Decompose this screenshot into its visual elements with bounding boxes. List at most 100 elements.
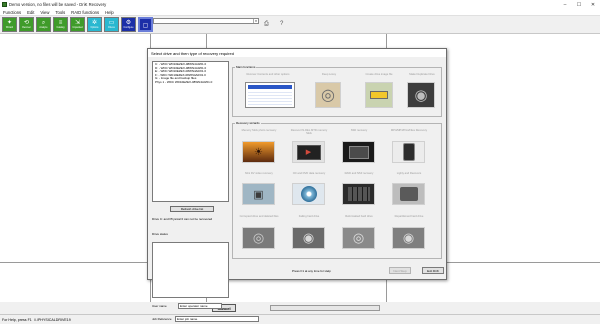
job-reference-input[interactable]: Enter job name — [175, 316, 259, 322]
catalog-button[interactable]: ≡ Catalog — [53, 17, 68, 32]
wizard-label: SSD recovery — [350, 129, 368, 132]
ssd-recovery-button[interactable] — [342, 141, 375, 163]
job-reference-label: Job Reference — [152, 317, 172, 321]
deep-lossy-button[interactable]: ◎ — [315, 82, 341, 108]
gear-icon: ✲ — [91, 20, 98, 26]
maximize-button[interactable]: ☐ — [572, 0, 586, 9]
main-function-label: Make Duplicate Drive — [409, 73, 435, 76]
printer-icon[interactable]: ⎙ — [264, 21, 269, 28]
failing-hard-drive-button[interactable]: ◉ — [292, 227, 325, 249]
mp3-player-icon — [402, 143, 415, 161]
refresh-drive-list-button[interactable]: Refresh drive list — [170, 206, 214, 212]
list-item[interactable]: Phys 1 - WDC WD10EZEX-08WN4A0/01.0 — [155, 80, 226, 85]
drive-head-icon: ◎ — [352, 230, 365, 245]
wizard-label: RAID and NSF recovery — [344, 172, 374, 175]
bottom-strip: Cancel — [0, 302, 600, 314]
menu-help[interactable]: Help — [105, 10, 114, 15]
cd-dvd-recovery-button[interactable] — [292, 183, 325, 205]
video-camera-icon: ▣ — [253, 188, 264, 201]
main-function-label: Recover Contents and other options — [246, 73, 290, 76]
repartitioned-drive-button[interactable]: ◉ — [392, 227, 425, 249]
recovery-wizards-group: Recovery wizards Memory Stick photo reco… — [232, 121, 442, 259]
raid-array-icon — [347, 187, 370, 201]
minimize-button[interactable]: – — [558, 0, 572, 9]
create-drive-image-button[interactable] — [365, 82, 393, 108]
media-files-recovery-button[interactable] — [392, 141, 425, 163]
spindle-icon: ◉ — [402, 230, 415, 245]
duplicate-drive-icon: ◉ — [414, 87, 428, 104]
wizard-button[interactable]: ✦ Wizard — [2, 17, 17, 32]
window-icon: ▢ — [142, 23, 149, 29]
wizard-label: Memory Stick photo recovery — [241, 129, 277, 132]
close-button[interactable]: ✕ — [586, 0, 600, 9]
wizard-label: Repartitioned hard drive — [394, 215, 424, 218]
main-functions-group: Main functions Recover Contents and othe… — [232, 65, 442, 117]
exit-button[interactable]: Exit DriK — [422, 267, 444, 274]
drives-button[interactable]: ▭ Drives — [104, 17, 119, 32]
drive-status-box — [152, 242, 229, 298]
menu-view[interactable]: View — [40, 10, 49, 15]
external-drive-icon — [399, 187, 418, 201]
drive-list[interactable]: C: - WDC WD10EZEX-08WN4A0/01.0 D: - WDC … — [152, 61, 229, 202]
wizard-label: CD and DVD data recovery — [292, 172, 326, 175]
menu-functions[interactable]: Functions — [3, 10, 21, 15]
reformatted-drive-button[interactable]: ◎ — [342, 227, 375, 249]
main-function-label: Deep Lossy — [321, 73, 337, 76]
wizard-label: Corrupted drive and deleted files — [239, 215, 279, 218]
status-bar: For Help, press F1 \\.\PHYSICALDRIVE19 — [0, 314, 600, 324]
wizard-label: MP4/MP3/Pics/Files Recovery — [390, 129, 428, 132]
make-duplicate-drive-button[interactable]: ◉ — [407, 82, 435, 108]
unpacked-button[interactable]: ⇲ Unpacked — [70, 17, 85, 32]
user-name-input[interactable]: Enter operator name — [178, 303, 222, 309]
disc-icon — [300, 186, 317, 202]
hard-drive-icon: ◎ — [321, 87, 335, 104]
options-button[interactable]: ✲ Options — [87, 17, 102, 32]
select-drive-dialog: Select drive and then type of recovery r… — [147, 48, 447, 322]
drive-select[interactable]: ▾ — [153, 18, 259, 24]
media-player-icon: ▶ — [296, 144, 321, 160]
configure-button[interactable]: ⚙ Configure — [121, 17, 136, 32]
unpack-icon: ⇲ — [74, 20, 81, 26]
memory-stick-recovery-button[interactable]: ▶ — [292, 141, 325, 163]
file-list-icon — [248, 89, 292, 105]
drive-icon: ▭ — [108, 20, 115, 26]
recover-contents-button[interactable] — [245, 82, 295, 108]
help-pointer-icon[interactable]: ? — [280, 21, 283, 27]
dialog-title: Select drive and then type of recovery r… — [148, 49, 446, 57]
drive-status-label: Drive status — [152, 232, 168, 236]
main-function-label: Create drive image file — [365, 73, 393, 76]
window-controls: – ☐ ✕ — [558, 0, 600, 9]
catalog-icon: ≡ — [58, 20, 63, 26]
open-hard-drive-icon: ◎ — [252, 230, 265, 245]
analyze-icon: ⌕ — [41, 20, 46, 26]
wizard-label: Failing hard drive — [298, 215, 320, 218]
raid-nas-recovery-button[interactable] — [342, 183, 375, 205]
main-functions-label: Main functions — [235, 65, 257, 69]
menu-tools[interactable]: Tools — [55, 10, 65, 15]
wand-icon: ✦ — [6, 20, 13, 26]
drive-image-icon — [370, 91, 388, 99]
menu-bar: Functions Edit View Tools RAID functions… — [0, 9, 600, 16]
next-step-button[interactable]: Next Step — [389, 267, 411, 274]
user-name-label: User name — [152, 304, 167, 308]
recover-icon: ⟲ — [23, 20, 30, 26]
ssd-icon — [348, 145, 369, 159]
analyze-button[interactable]: ⌕ Analyze — [36, 17, 51, 32]
recover-button[interactable]: ⟲ Recover — [19, 17, 34, 32]
window-view-button[interactable]: ▢ — [138, 17, 153, 32]
corrupted-drive-recovery-button[interactable]: ◎ — [242, 227, 275, 249]
memory-stick-photo-recovery-button[interactable]: ☀ — [242, 141, 275, 163]
explorer-window-icon — [248, 85, 292, 89]
sunset-photo-icon: ☀ — [254, 146, 263, 158]
status-device-path: \\.\PHYSICALDRIVE19 — [34, 317, 71, 322]
toolbar: ✦ Wizard ⟲ Recover ⌕ Analyze ≡ Catalog ⇲… — [0, 16, 600, 34]
lighty-recovery-button[interactable] — [392, 183, 425, 205]
mini-dv-video-recovery-button[interactable]: ▣ — [242, 183, 275, 205]
menu-raid-functions[interactable]: RAID functions — [71, 10, 99, 15]
chevron-down-icon: ▾ — [253, 19, 258, 23]
drive-warning: Drive C: and Physical 0 can not be recov… — [152, 217, 213, 221]
configure-icon: ⚙ — [125, 20, 132, 26]
title-bar: Demo version, no files will be saved - D… — [0, 0, 600, 9]
platter-icon: ◉ — [302, 230, 315, 245]
menu-edit[interactable]: Edit — [27, 10, 34, 15]
